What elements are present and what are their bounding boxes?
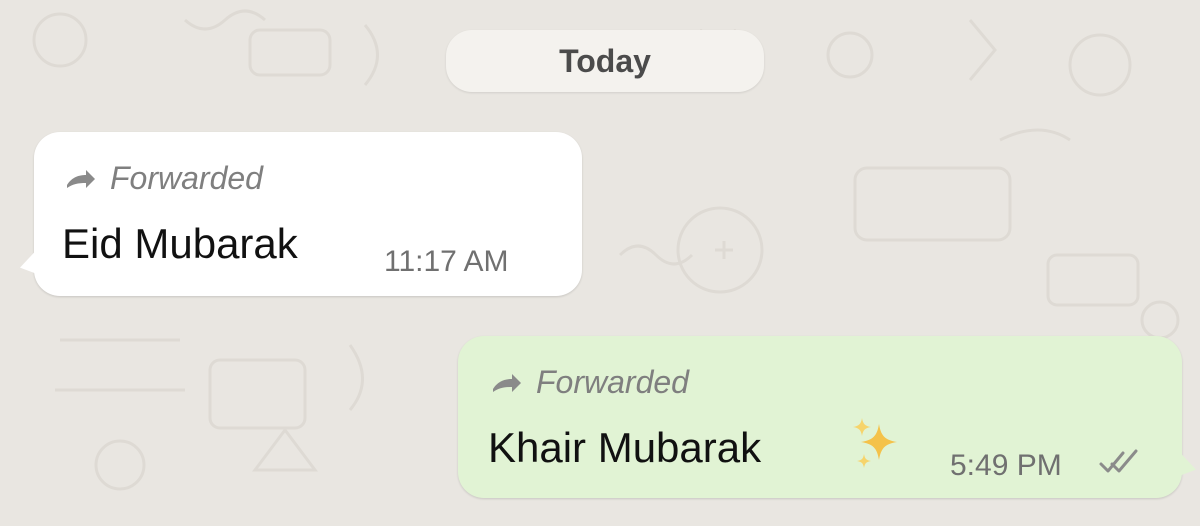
outgoing-message-bubble[interactable]: Forwarded Khair Mubarak 5:49 PM — [458, 336, 1196, 498]
forwarded-label: Forwarded — [110, 160, 263, 196]
message-time: 5:49 PM — [950, 449, 1062, 482]
date-separator-label: Today — [559, 42, 651, 79]
date-separator: Today — [446, 30, 764, 92]
incoming-message-bubble[interactable]: Forwarded Eid Mubarak 11:17 AM — [20, 132, 582, 296]
message-time: 11:17 AM — [384, 245, 509, 278]
double-tick-icon — [1099, 449, 1138, 473]
forwarded-label-row: Forwarded — [490, 364, 689, 401]
outgoing-bubble-tail — [1178, 450, 1196, 480]
sparkle-icon — [853, 418, 897, 468]
chat-area: Today Forwarded Eid Mubarak 11:17 AM For… — [0, 0, 1200, 526]
message-text: Khair Mubarak — [488, 424, 762, 471]
forward-arrow-icon — [67, 169, 95, 188]
forwarded-label: Forwarded — [536, 364, 689, 400]
forwarded-label-row: Forwarded — [64, 160, 263, 197]
forward-arrow-icon — [493, 373, 521, 392]
incoming-bubble-tail — [20, 248, 38, 278]
message-text: Eid Mubarak — [62, 220, 298, 267]
